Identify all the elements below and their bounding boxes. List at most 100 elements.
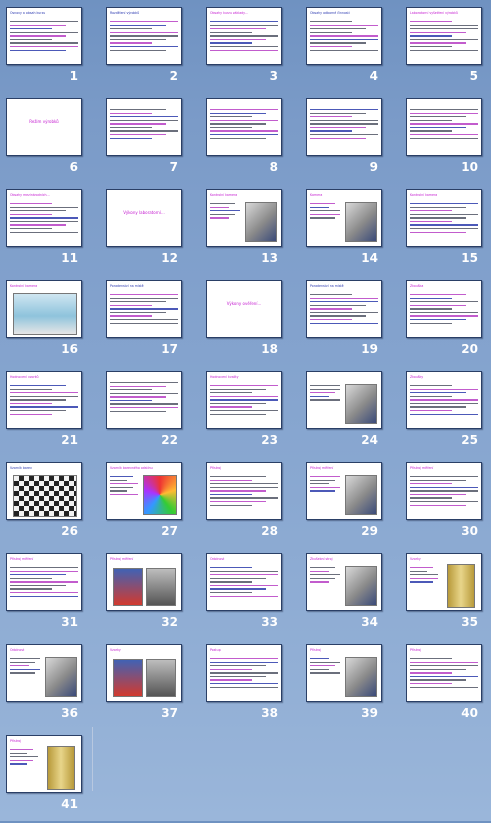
text-line	[110, 28, 153, 30]
slide-thumbnail[interactable]: Odolnost	[6, 644, 82, 702]
slide-thumbnail[interactable]	[306, 371, 382, 429]
slide-thumbnail-cell: Kontrolní kamera 16	[6, 280, 82, 368]
slide-thumbnail-cell: 9	[306, 98, 382, 186]
text-line	[310, 577, 335, 579]
color-wheel-image	[143, 475, 177, 515]
slide-thumbnail[interactable]: Odolnost	[206, 553, 282, 611]
slide-thumbnail[interactable]	[406, 98, 482, 156]
text-line	[410, 301, 478, 303]
slide-thumbnail[interactable]: Vzorky	[406, 553, 482, 611]
slide-thumbnail[interactable]: Přístroj měření	[406, 462, 482, 520]
slide-photo	[345, 566, 377, 606]
text-line	[10, 588, 53, 590]
slide-thumbnail-cell: 22	[106, 371, 182, 459]
slide-number: 34	[361, 615, 378, 629]
slide-thumbnail[interactable]: Přístroj měření	[106, 553, 182, 611]
slide-thumbnail[interactable]: Přístroj měření	[306, 462, 382, 520]
slide-number: 19	[361, 342, 378, 356]
slide-number: 9	[369, 160, 378, 174]
slide-thumbnail[interactable]: Přístroj	[306, 644, 382, 702]
slide-thumbnail[interactable]: Přístroj	[406, 644, 482, 702]
slide-thumbnail[interactable]: Postup	[206, 644, 282, 702]
text-line	[110, 297, 178, 299]
slide-thumbnail-cell: Kontrolní kamera 13	[206, 189, 282, 277]
text-line	[210, 493, 253, 496]
slide-thumbnail[interactable]: Kontrolní kamera	[206, 189, 282, 247]
slide-thumbnail[interactable]: Přístroj	[6, 735, 82, 793]
slide-thumbnail[interactable]: Obsahy mezinárodních...	[6, 189, 82, 247]
text-line	[310, 385, 340, 387]
text-line	[410, 35, 453, 37]
text-line	[110, 308, 178, 310]
slide-title: Obsahy odborné činnosti	[310, 11, 350, 15]
slide-thumbnail[interactable]: Zkušební stroj	[306, 553, 382, 611]
slide-number: 30	[461, 524, 478, 538]
slide-thumbnail-cell: 8	[206, 98, 282, 186]
text-line	[210, 581, 253, 583]
text-line	[10, 228, 53, 230]
text-line	[410, 123, 478, 125]
slide-thumbnail[interactable]	[206, 98, 282, 156]
text-line	[410, 574, 438, 576]
slide-thumbnail[interactable]	[106, 371, 182, 429]
slide-thumbnail[interactable]: Přístroj	[206, 462, 282, 520]
text-line	[110, 479, 128, 481]
slide-thumbnail[interactable]: Vzorky	[106, 644, 182, 702]
text-line	[110, 399, 153, 402]
slide-thumbnail-cell: Přístroj měření 32	[106, 553, 182, 641]
slide-thumbnail[interactable]: Přístroj měření	[6, 553, 82, 611]
text-line	[310, 112, 366, 114]
slide-title: Vzorník barevného odstínu	[110, 466, 153, 470]
slide-thumbnail-cell: 10	[406, 98, 482, 186]
slide-thumbnail[interactable]: Obsahy odborné činnosti	[306, 7, 382, 65]
text-line	[210, 385, 278, 387]
slide-thumbnail[interactable]: Laboratorní vyšetření výrobků	[406, 7, 482, 65]
text-line	[10, 49, 66, 51]
slide-thumbnail[interactable]: Vzorník barevného odstínu	[106, 462, 182, 520]
slide-photo	[447, 564, 475, 608]
slide-photo	[146, 659, 176, 697]
text-line	[410, 668, 466, 670]
text-line	[210, 574, 278, 576]
slide-thumbnail[interactable]: Zkoušky	[406, 371, 482, 429]
slide-thumbnail[interactable]: Výkony laboratorní...	[106, 189, 182, 247]
slide-thumbnail[interactable]: Hodnocení vzorků	[6, 371, 82, 429]
slide-thumbnail[interactable]	[106, 98, 182, 156]
text-line	[210, 217, 229, 219]
text-line	[210, 402, 266, 405]
text-line	[10, 38, 53, 41]
slide-number: 15	[461, 251, 478, 265]
slide-thumbnail[interactable]: Rozdělení výrobků	[106, 7, 182, 65]
slide-thumbnail[interactable]: Režim výrobků	[6, 98, 82, 156]
slide-thumbnail[interactable]: Vzorník barev	[6, 462, 82, 520]
slide-thumbnail[interactable]: Osnovy a obsah kurzu	[6, 7, 82, 65]
slide-thumbnail[interactable]: Hodnocení kvality	[206, 371, 282, 429]
slide-thumbnail[interactable]: Poradenství na místě	[306, 280, 382, 338]
text-line	[310, 301, 378, 303]
text-line	[310, 567, 335, 569]
text-line	[110, 31, 178, 33]
slide-thumbnail[interactable]: Kontrolní kamera	[406, 189, 482, 247]
slide-thumbnail[interactable]: Výkony ověření...	[206, 280, 282, 338]
text-line	[410, 304, 466, 306]
text-line	[110, 119, 178, 121]
slide-thumbnail-cell: Vzorník barevného odstínu 27	[106, 462, 182, 550]
text-line	[210, 668, 253, 670]
slide-body-text	[10, 203, 78, 235]
slide-thumbnail[interactable]: Kontrolní kamera	[6, 280, 82, 338]
slide-thumbnail[interactable]: Obsahy kurzu základy...	[206, 7, 282, 65]
text-line	[310, 392, 335, 394]
slide-thumbnail[interactable]: Zkouška	[406, 280, 482, 338]
slide-thumbnail[interactable]: Kamera	[306, 189, 382, 247]
text-line	[210, 123, 266, 125]
slide-title: Zkouška	[410, 284, 424, 288]
text-line	[10, 46, 78, 48]
slide-thumbnail[interactable]: Poradenství na místě	[106, 280, 182, 338]
text-line	[110, 137, 153, 139]
text-line	[410, 479, 466, 481]
text-line	[10, 665, 29, 667]
slide-thumbnail[interactable]	[306, 98, 382, 156]
text-line	[310, 28, 366, 30]
slide-title: Přístroj měření	[110, 557, 134, 561]
text-line	[410, 297, 453, 299]
